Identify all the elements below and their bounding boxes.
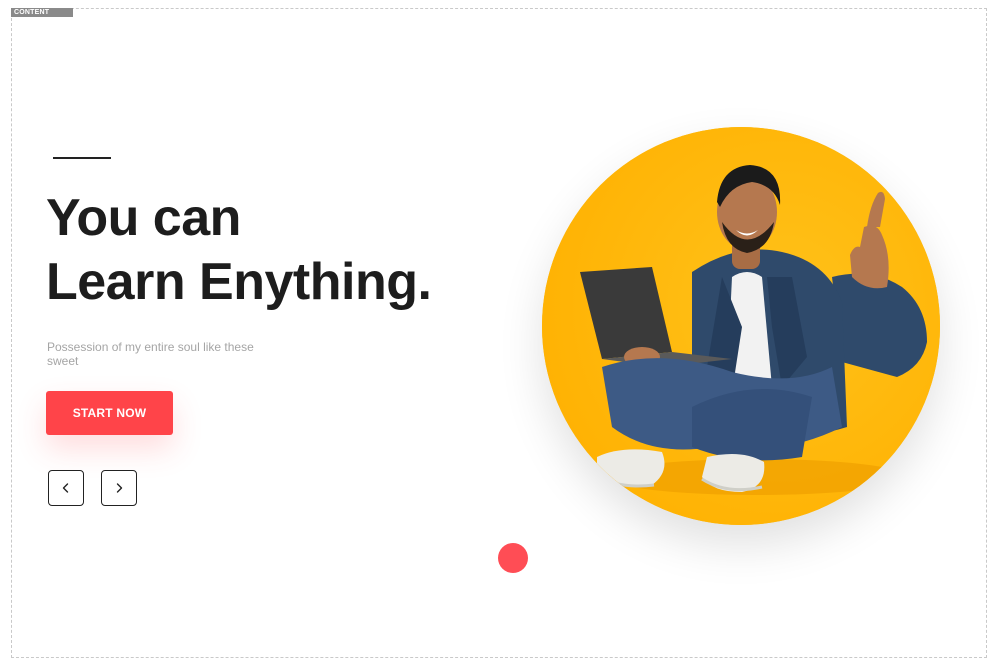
content-label: CONTENT	[11, 8, 73, 17]
hero-title: You can Learn Enything.	[46, 186, 466, 314]
student-with-laptop-illustration	[542, 127, 940, 525]
start-now-button[interactable]: START NOW	[46, 391, 173, 435]
hero-title-line1: You can	[46, 189, 241, 247]
hero-title-line2: Learn Enything.	[46, 253, 432, 311]
slider-next-button[interactable]	[101, 470, 137, 506]
hero-subtitle: Possession of my entire soul like these …	[47, 340, 254, 368]
slider-prev-button[interactable]	[48, 470, 84, 506]
decorative-dot	[498, 543, 528, 573]
title-accent-line	[53, 157, 111, 159]
hero-image	[542, 127, 940, 525]
chevron-right-icon	[116, 483, 123, 493]
chevron-left-icon	[62, 483, 69, 493]
